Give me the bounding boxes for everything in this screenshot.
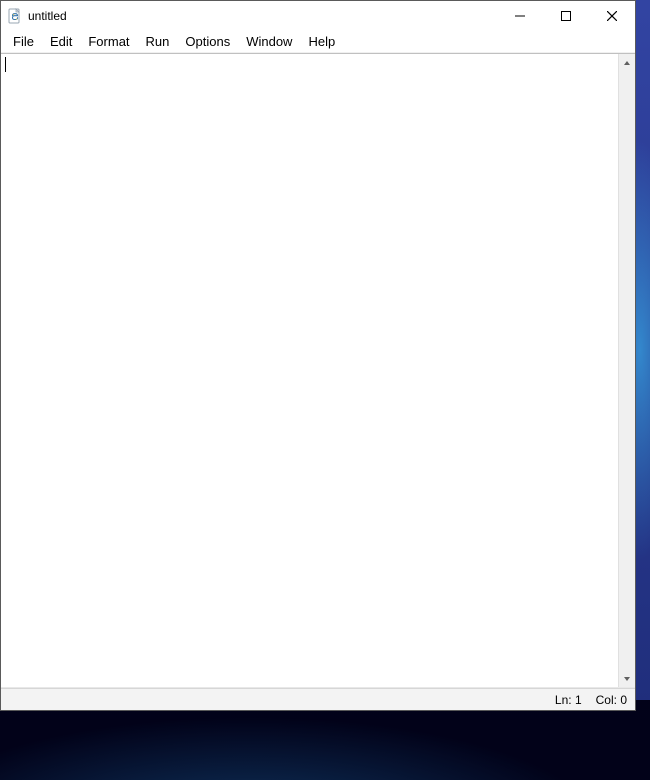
desktop-background-shadow [0,700,650,780]
status-col: Col: 0 [596,693,627,707]
python-file-icon [7,8,23,24]
status-line-value: 1 [575,693,582,707]
status-bar: Ln: 1 Col: 0 [1,688,635,710]
status-col-value: 0 [620,693,627,707]
status-col-label: Col: [596,693,617,707]
status-line-label: Ln: [555,693,572,707]
menu-bar: File Edit Format Run Options Window Help [1,31,635,53]
menu-run[interactable]: Run [138,32,178,51]
text-editor[interactable] [1,54,618,687]
menu-file[interactable]: File [5,32,42,51]
menu-format[interactable]: Format [80,32,137,51]
minimize-button[interactable] [497,1,543,31]
editor-area [1,53,635,688]
maximize-button[interactable] [543,1,589,31]
editor-window: untitled File Edit Format Run Options Wi… [0,0,636,711]
status-line: Ln: 1 [555,693,582,707]
window-title: untitled [28,9,67,23]
menu-edit[interactable]: Edit [42,32,80,51]
menu-window[interactable]: Window [238,32,300,51]
title-bar[interactable]: untitled [1,1,635,31]
vertical-scrollbar[interactable] [618,54,635,687]
scroll-up-arrow-icon[interactable] [619,54,635,71]
close-button[interactable] [589,1,635,31]
menu-help[interactable]: Help [300,32,343,51]
menu-options[interactable]: Options [177,32,238,51]
scroll-down-arrow-icon[interactable] [619,670,635,687]
text-cursor [5,57,6,72]
